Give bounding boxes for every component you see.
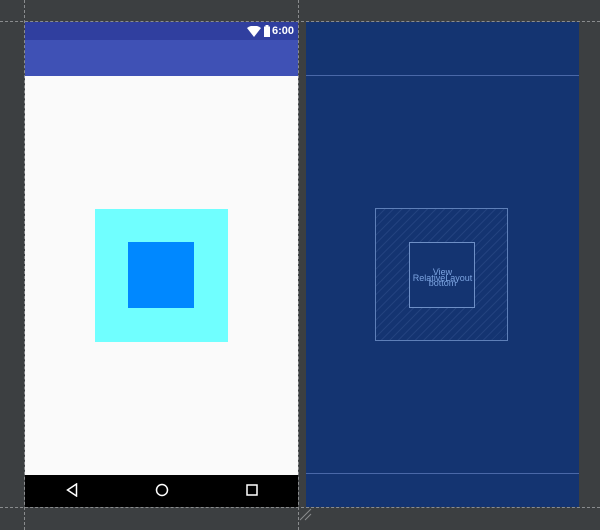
blueprint-navbar-line [306, 473, 579, 474]
blueprint-bottom-label: bottom [428, 278, 457, 288]
right-guide-line [298, 0, 299, 530]
design-view[interactable]: 6:00 [25, 22, 298, 507]
recents-icon[interactable] [245, 483, 259, 497]
resize-handle-icon[interactable] [298, 507, 312, 521]
inner-view-box[interactable] [128, 242, 194, 308]
app-bar [25, 40, 298, 76]
blueprint-relative-layout[interactable]: View RelativeLayout bottom [375, 208, 508, 341]
blueprint-appbar-line [306, 75, 579, 76]
relative-layout-box[interactable] [95, 209, 228, 342]
status-time: 6:00 [271, 25, 294, 37]
wifi-icon [247, 26, 261, 37]
navigation-bar [25, 475, 298, 507]
battery-icon [264, 25, 270, 37]
status-bar: 6:00 [25, 22, 298, 40]
back-icon[interactable] [66, 483, 78, 497]
blueprint-view[interactable]: View RelativeLayout bottom [306, 22, 579, 507]
home-icon[interactable] [155, 483, 169, 497]
